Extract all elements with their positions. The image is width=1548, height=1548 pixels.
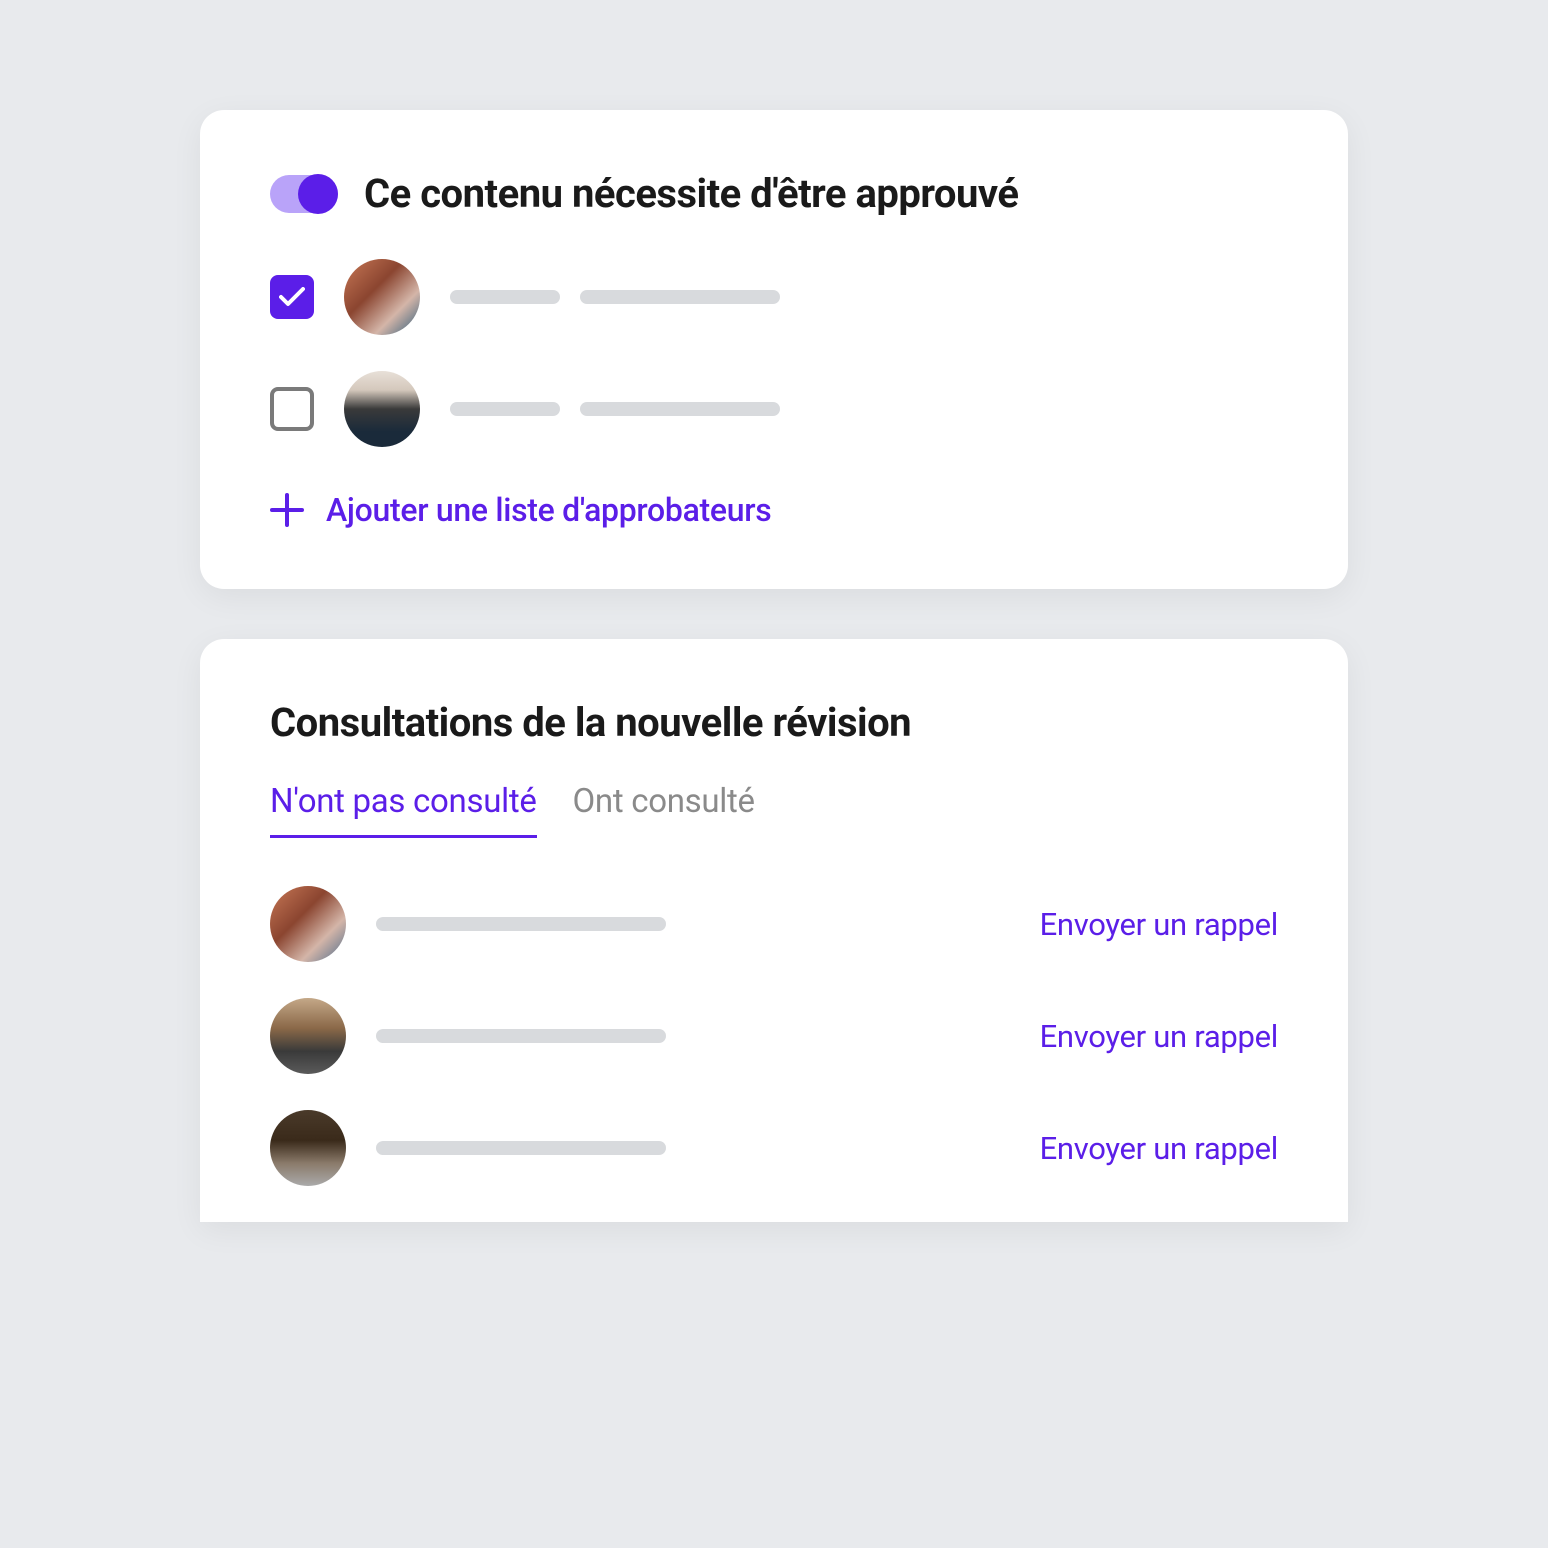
canvas: Ce contenu nécessite d'être approuvé — [0, 0, 1548, 1548]
send-reminder-link[interactable]: Envoyer un rappel — [1040, 1018, 1278, 1055]
consultation-name-placeholder — [376, 1141, 1010, 1155]
placeholder-bar — [580, 402, 780, 416]
approver-name-placeholder — [450, 290, 780, 304]
avatar — [344, 371, 420, 447]
send-reminder-link[interactable]: Envoyer un rappel — [1040, 1130, 1278, 1167]
check-icon — [279, 287, 305, 307]
consultation-row: Envoyer un rappel — [270, 998, 1278, 1074]
approval-card: Ce contenu nécessite d'être approuvé — [200, 110, 1348, 589]
approver-row — [270, 259, 1278, 335]
placeholder-bar — [376, 1029, 666, 1043]
add-approvers-label: Ajouter une liste d'approbateurs — [326, 491, 771, 529]
consultation-name-placeholder — [376, 917, 1010, 931]
placeholder-bar — [376, 1141, 666, 1155]
approval-toggle[interactable] — [270, 175, 338, 213]
add-approvers-button[interactable]: Ajouter une liste d'approbateurs — [270, 491, 1278, 529]
consultation-name-placeholder — [376, 1029, 1010, 1043]
avatar — [344, 259, 420, 335]
send-reminder-link[interactable]: Envoyer un rappel — [1040, 906, 1278, 943]
consultation-row: Envoyer un rappel — [270, 886, 1278, 962]
consultations-card: Consultations de la nouvelle révision N'… — [200, 639, 1348, 1222]
placeholder-bar — [580, 290, 780, 304]
approver-row — [270, 371, 1278, 447]
consultations-tabs: N'ont pas consulté Ont consulté — [270, 782, 1278, 838]
tab-not-consulted[interactable]: N'ont pas consulté — [270, 782, 537, 838]
placeholder-bar — [450, 290, 560, 304]
placeholder-bar — [450, 402, 560, 416]
plus-icon — [270, 493, 304, 527]
avatar — [270, 998, 346, 1074]
placeholder-bar — [376, 917, 666, 931]
avatar — [270, 886, 346, 962]
avatar — [270, 1110, 346, 1186]
tab-consulted[interactable]: Ont consulté — [573, 782, 755, 838]
approver-checkbox[interactable] — [270, 387, 314, 431]
toggle-knob — [298, 174, 338, 214]
approval-toggle-row: Ce contenu nécessite d'être approuvé — [270, 170, 1278, 217]
approval-toggle-label: Ce contenu nécessite d'être approuvé — [364, 170, 1018, 217]
consultation-row: Envoyer un rappel — [270, 1110, 1278, 1186]
approver-checkbox[interactable] — [270, 275, 314, 319]
consultations-title: Consultations de la nouvelle révision — [270, 699, 1278, 746]
approver-name-placeholder — [450, 402, 780, 416]
